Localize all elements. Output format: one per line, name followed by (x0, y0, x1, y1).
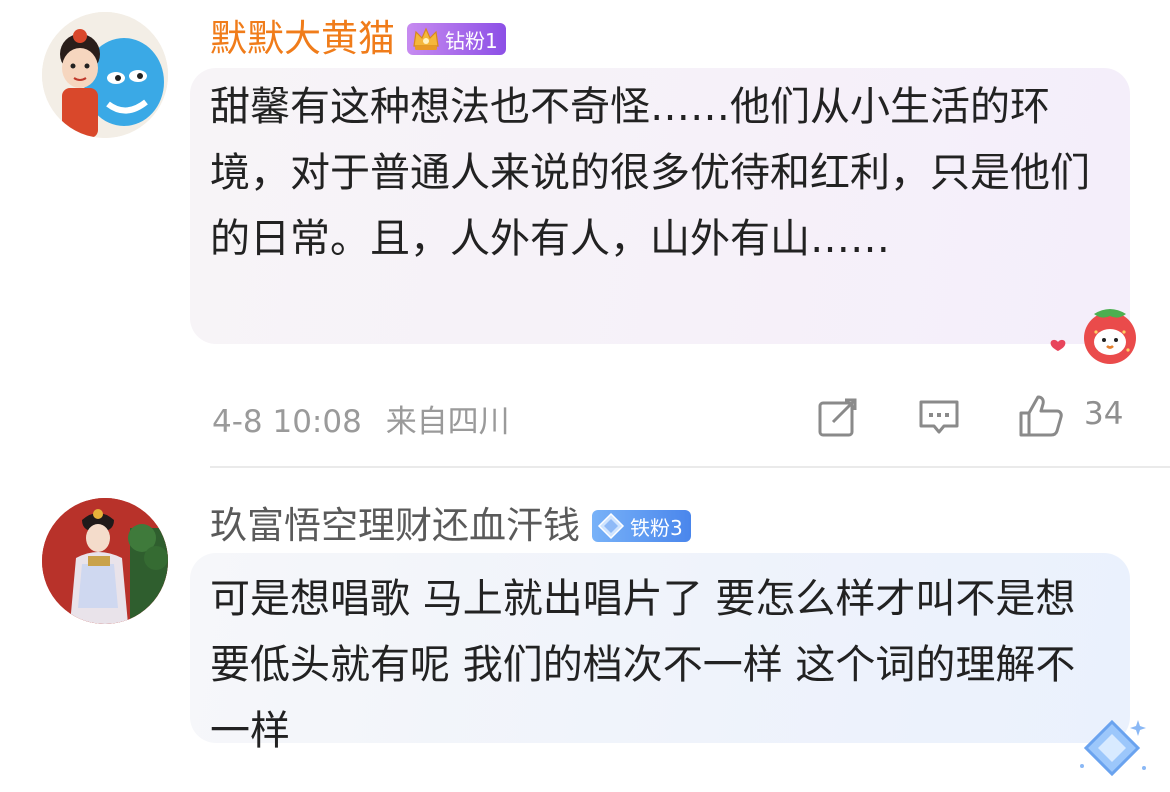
crown-icon (411, 24, 441, 54)
share-edit-icon[interactable] (817, 396, 859, 438)
username[interactable]: 玖富悟空理财还血汗钱 (210, 498, 580, 554)
comment-item: 玖富悟空理财还血汗钱 铁粉3 可是想唱歌 马上就出唱片了 要怎么样才叫不是想要低… (0, 468, 1170, 792)
fan-badge-label: 铁粉3 (630, 515, 683, 540)
diamond-icon (596, 511, 626, 541)
comment-text: 可是想唱歌 马上就出唱片了 要怎么样才叫不是想要低头就有呢 我们的档次不一样 这… (210, 576, 1076, 754)
avatar[interactable] (42, 12, 168, 138)
comment-item: 默默大黄猫 钻粉1 甜馨有这种想法也不奇怪……他们从小生活的环境，对于普通人来说… (0, 0, 1170, 468)
fan-badge[interactable]: 铁粉3 (592, 510, 691, 542)
comment-time: 4-8 10:08 (212, 404, 362, 440)
comment-meta: 4-8 10:08 来自四川 (212, 396, 524, 441)
like-count: 34 (1084, 396, 1124, 432)
thumbs-up-icon[interactable] (1018, 393, 1064, 439)
fan-badge[interactable]: 钻粉1 (407, 23, 506, 55)
username[interactable]: 默默大黄猫 (210, 11, 395, 67)
comment-header: 玖富悟空理财还血汗钱 铁粉3 (210, 498, 691, 554)
strawberry-sticker-icon (1046, 298, 1142, 368)
avatar[interactable] (42, 498, 168, 624)
diamond-sticker-icon (1074, 716, 1150, 778)
comment-reply-icon[interactable] (918, 396, 960, 438)
comment-text: 甜馨有这种想法也不奇怪……他们从小生活的环境，对于普通人来说的很多优待和红利，只… (210, 84, 1090, 262)
comment-location: 来自四川 (385, 404, 510, 440)
fan-badge-label: 钻粉1 (445, 28, 498, 53)
comment-list: 默默大黄猫 钻粉1 甜馨有这种想法也不奇怪……他们从小生活的环境，对于普通人来说… (0, 0, 1170, 792)
comment-header: 默默大黄猫 钻粉1 (210, 11, 506, 67)
